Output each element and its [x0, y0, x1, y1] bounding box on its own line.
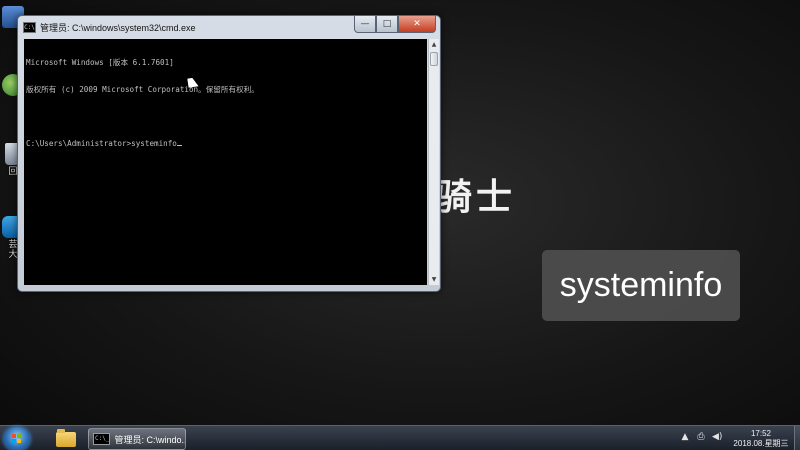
console-output[interactable]: Microsoft Windows [版本 6.1.7601] 版权所有 (c)… — [24, 39, 427, 285]
clock-time: 17:52 — [750, 429, 772, 438]
window-titlebar[interactable]: C:\ 管理员: C:\windows\system32\cmd.exe — □… — [18, 16, 440, 38]
mouse-pointer-icon — [187, 77, 199, 88]
close-button[interactable]: ✕ — [398, 16, 436, 33]
window-controls: — □ ✕ — [354, 16, 436, 33]
console-line: Microsoft Windows [版本 6.1.7601] — [26, 58, 174, 67]
console-command: C:\Users\Administrator>systeminfo — [26, 139, 177, 148]
taskbar-cmd-button[interactable]: C:\_ 管理员: C:\windo... — [88, 428, 186, 450]
vertical-scrollbar[interactable]: ▲ ▼ — [428, 39, 439, 285]
maximize-button[interactable]: □ — [376, 16, 398, 33]
scroll-down-icon[interactable]: ▼ — [429, 274, 439, 285]
text-cursor — [176, 145, 182, 146]
taskbar-explorer-button[interactable] — [48, 428, 84, 450]
volume-icon[interactable]: ◀) — [712, 432, 722, 442]
system-tray: ▲ ⎙ ◀) — [680, 432, 723, 442]
command-caption: systeminfo — [542, 250, 740, 321]
taskbar: C:\_ 管理员: C:\windo... ▲ ⎙ ◀) 17:52 2018.… — [0, 425, 800, 450]
scroll-up-icon[interactable]: ▲ — [429, 39, 439, 50]
scroll-thumb[interactable] — [430, 52, 438, 66]
start-button[interactable] — [4, 427, 30, 450]
clock-date: 2018.08.星期三 — [733, 439, 789, 448]
console-prompt-line: C:\Users\Administrator>systeminfo — [26, 139, 425, 148]
console-line: 版权所有 (c) 2009 Microsoft Corporation。保留所有… — [26, 85, 259, 94]
cmd-icon: C:\_ — [93, 433, 111, 445]
cmd-icon: C:\ — [23, 21, 36, 33]
show-desktop-button[interactable] — [794, 426, 800, 450]
show-hidden-icons-icon[interactable]: ▲ — [680, 432, 690, 442]
taskbar-clock[interactable]: 17:52 2018.08.星期三 — [731, 429, 791, 449]
minimize-button[interactable]: — — [354, 16, 376, 33]
window-title: 管理员: C:\windows\system32\cmd.exe — [40, 22, 196, 33]
taskbar-cmd-label: 管理员: C:\windo... — [114, 434, 185, 445]
cmd-window[interactable]: C:\ 管理员: C:\windows\system32\cmd.exe — □… — [17, 15, 441, 292]
network-status-icon[interactable]: ⎙ — [696, 432, 706, 442]
folder-icon — [56, 428, 76, 447]
wallpaper-text: 骑士 — [436, 176, 517, 218]
